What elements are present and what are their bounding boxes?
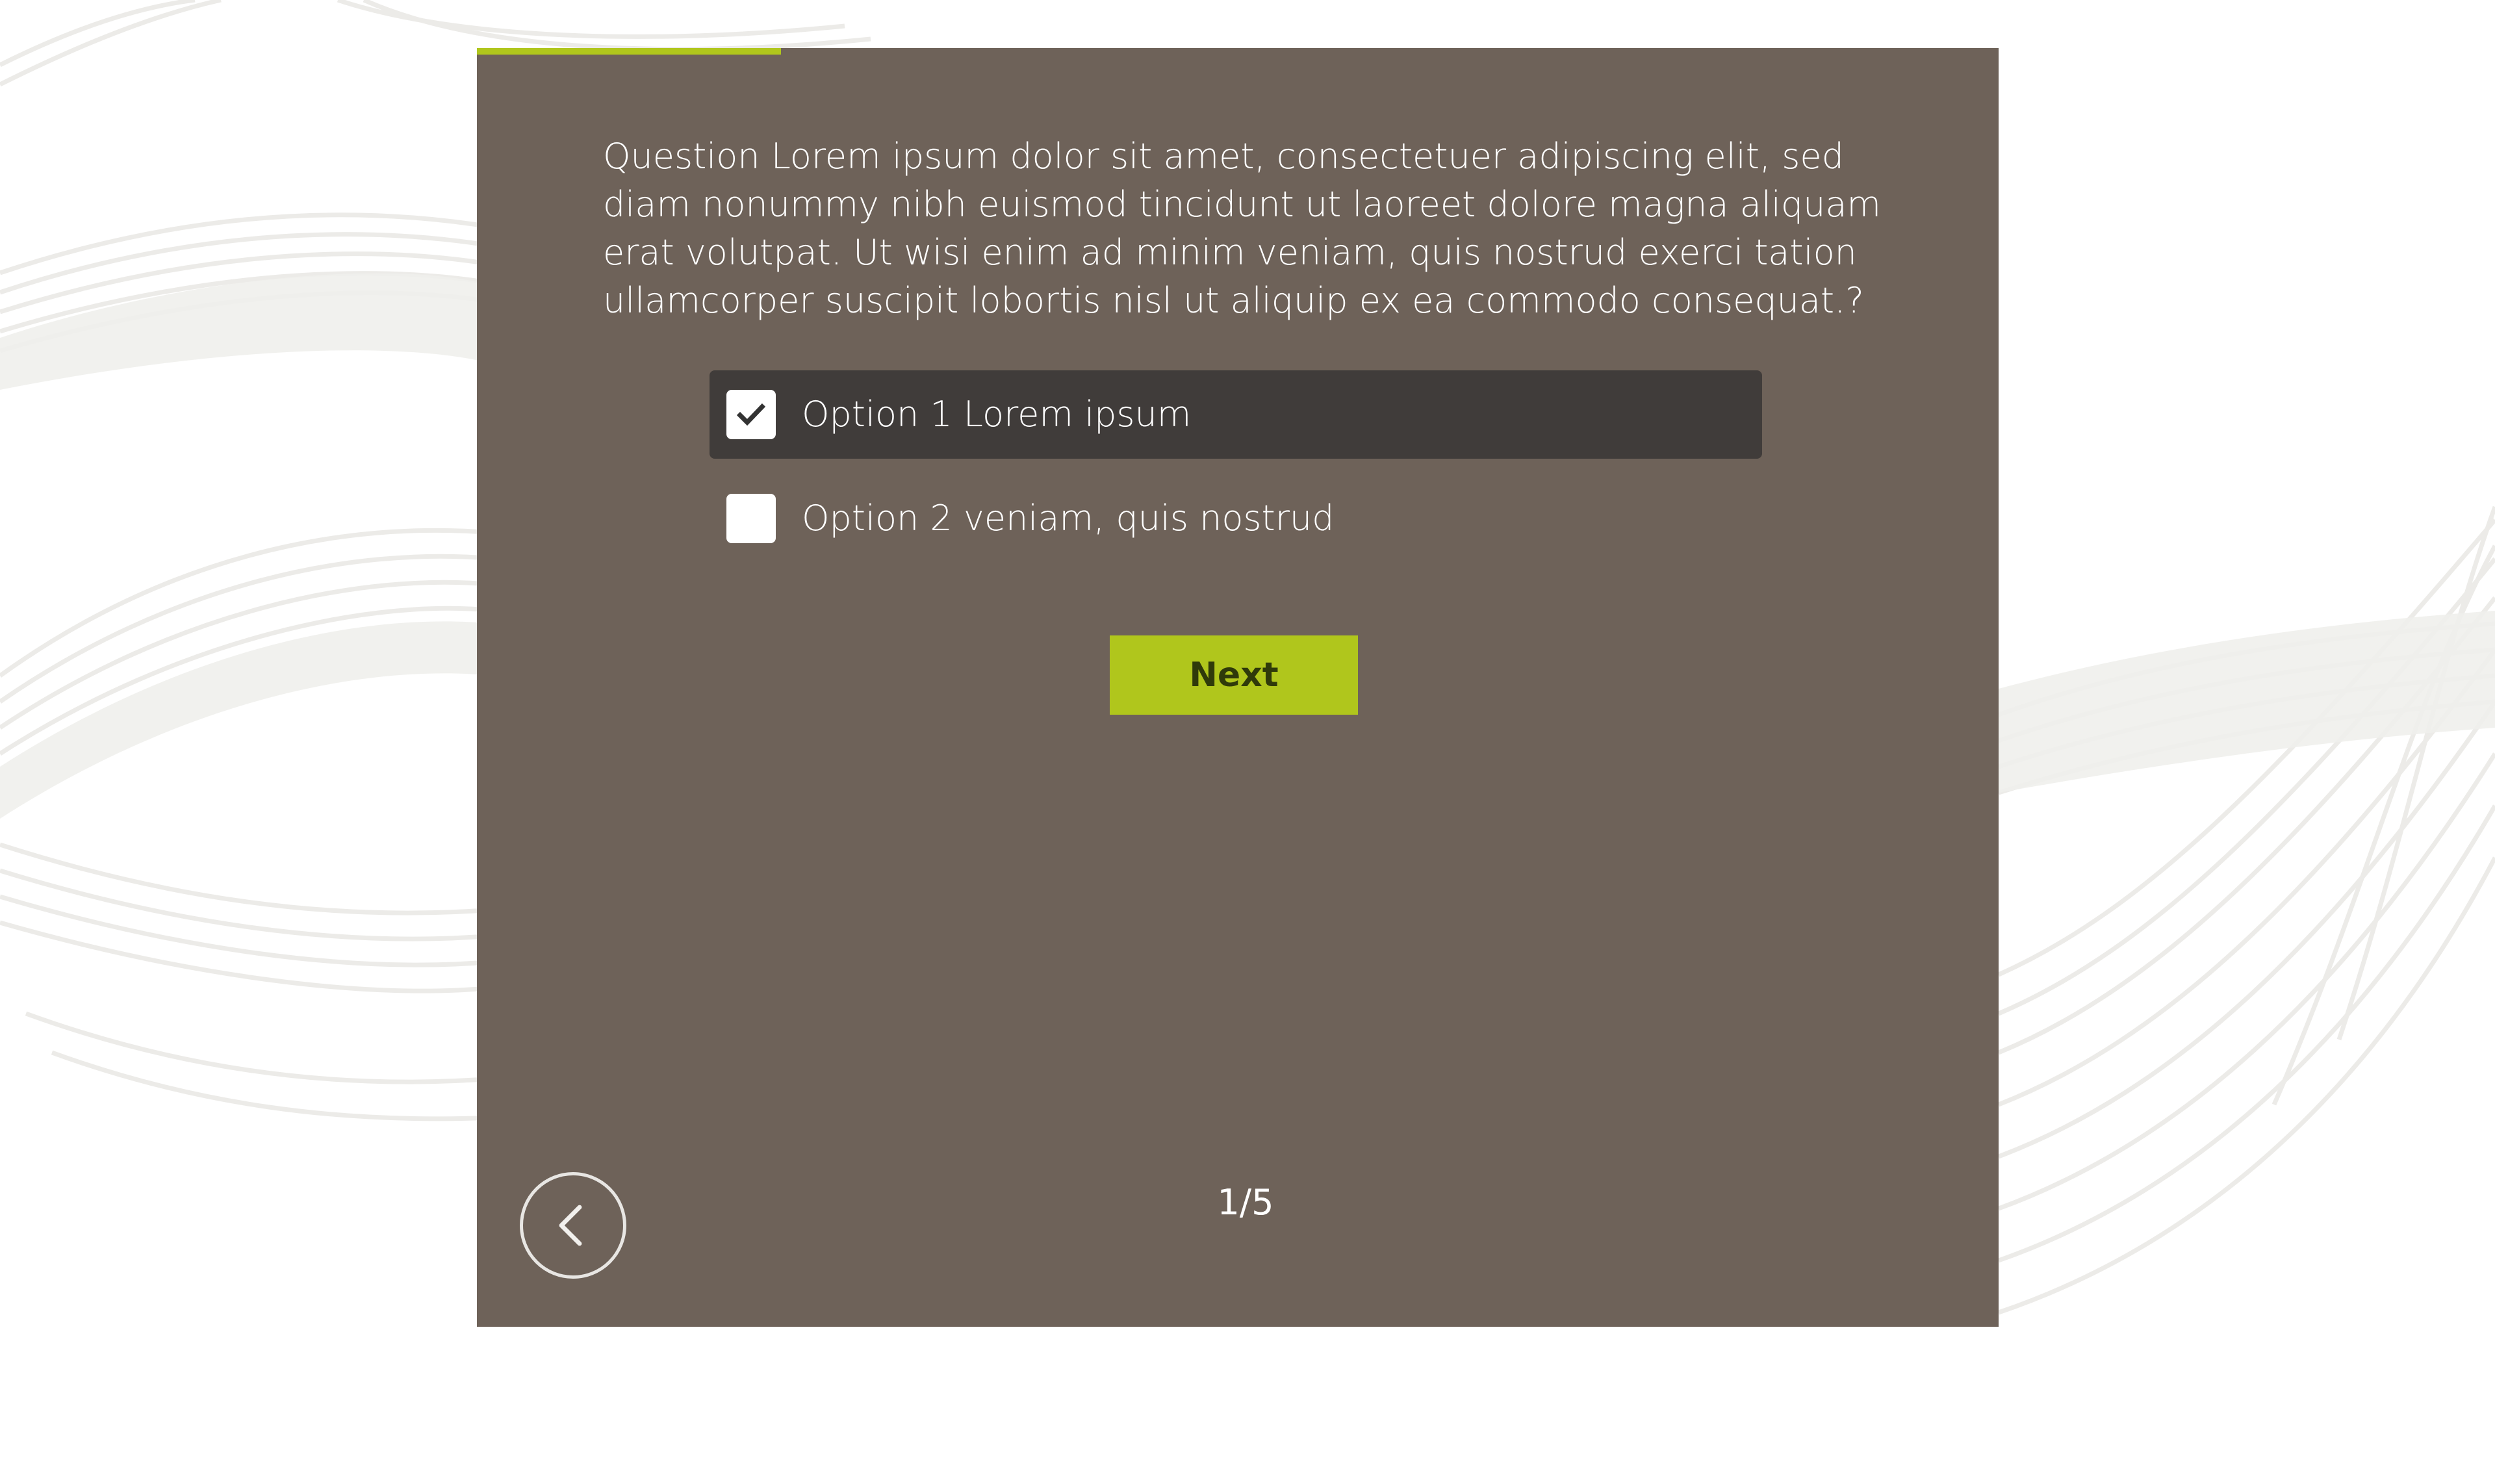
question-text: Question Lorem ipsum dolor sit amet, con… (603, 136, 1882, 321)
option-2-checkbox[interactable] (726, 494, 776, 543)
option-1[interactable]: Option 1 Lorem ipsum (710, 370, 1762, 459)
option-2[interactable]: Option 2 veniam, quis nostrud (710, 474, 1762, 563)
next-button[interactable]: Next (1110, 635, 1358, 715)
option-1-label: Option 1 Lorem ipsum (802, 394, 1192, 435)
option-1-checkbox[interactable] (726, 390, 776, 439)
page-counter: 1/5 (1217, 1182, 1274, 1223)
progress-bar-fill (477, 48, 782, 55)
answer-options: Option 1 Lorem ipsum Option 2 veniam, qu… (710, 370, 1762, 578)
quiz-page: Question Lorem ipsum dolor sit amet, con… (0, 0, 2495, 1484)
option-2-label: Option 2 veniam, quis nostrud (802, 498, 1335, 539)
check-icon (736, 403, 766, 426)
progress-bar (477, 48, 1999, 55)
quiz-card: Question Lorem ipsum dolor sit amet, con… (477, 48, 1999, 1327)
